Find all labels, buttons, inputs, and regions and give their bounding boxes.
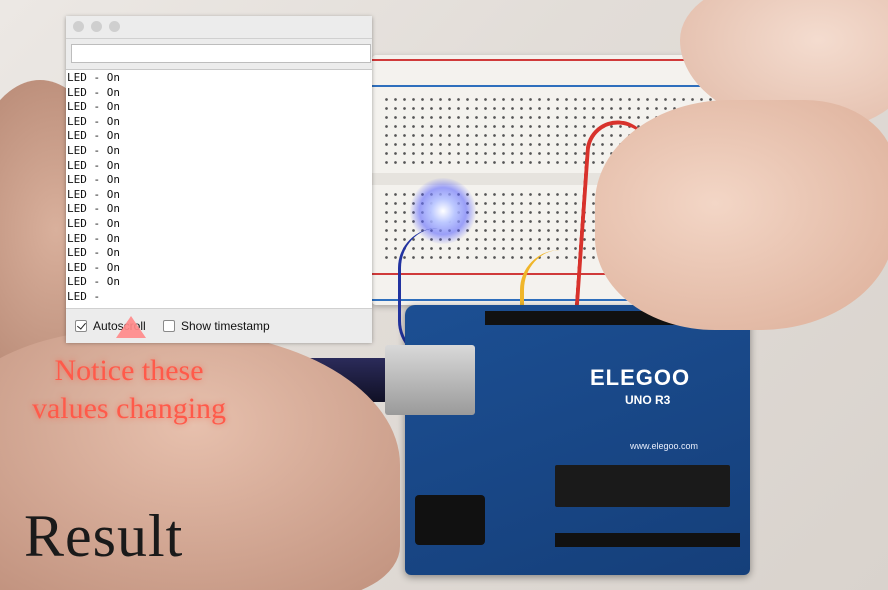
annotation-text: Notice these values changing xyxy=(0,352,258,428)
timestamp-label: Show timestamp xyxy=(181,319,270,333)
window-titlebar xyxy=(66,16,372,39)
serial-line: LED - On xyxy=(67,231,120,245)
annotation-line-1: Notice these xyxy=(54,354,204,387)
serial-line: LED - On xyxy=(67,202,120,216)
serial-line: LED - On xyxy=(67,246,120,260)
serial-monitor-window: LED - On LED - On LED - On LED - On LED - On… xyxy=(66,16,372,343)
power-jack xyxy=(415,495,485,545)
serial-line: LED - On xyxy=(67,114,120,128)
usb-connector xyxy=(385,345,475,415)
serial-line: LED - On xyxy=(67,216,120,230)
window-minimize-icon[interactable] xyxy=(91,21,102,32)
board-brand: ELEGOO xyxy=(590,365,691,390)
serial-output[interactable]: LED - On LED - On LED - On LED - On LED - On… xyxy=(66,71,372,303)
send-row xyxy=(66,39,372,70)
serial-line: LED - On xyxy=(67,260,120,274)
serial-line: LED - On xyxy=(67,158,120,172)
annotation-line-2: values changing xyxy=(31,392,227,425)
result-caption: Result xyxy=(24,503,184,569)
monitor-footer: Autoscroll Show timestamp xyxy=(66,308,372,343)
serial-line: LED - On xyxy=(67,71,120,84)
window-zoom-icon[interactable] xyxy=(109,21,120,32)
analog-pin-header xyxy=(555,533,740,547)
serial-line: LED - On xyxy=(67,187,120,201)
serial-line: LED - On xyxy=(67,85,120,99)
board-url: www.elegoo.com xyxy=(630,441,699,451)
checkbox-empty-icon[interactable] xyxy=(163,320,175,332)
serial-line: LED - On xyxy=(67,129,120,143)
microcontroller-chip xyxy=(555,465,730,507)
serial-line: LED - xyxy=(67,289,101,303)
serial-line: LED - On xyxy=(67,173,120,187)
send-input[interactable] xyxy=(71,44,371,63)
window-close-icon[interactable] xyxy=(73,21,84,32)
checkbox-checked-icon[interactable] xyxy=(75,320,87,332)
timestamp-checkbox[interactable]: Show timestamp xyxy=(163,319,270,333)
up-arrow-icon xyxy=(116,316,146,338)
serial-line: LED - On xyxy=(67,100,120,114)
board-model: UNO R3 xyxy=(625,393,671,407)
serial-line: LED - On xyxy=(67,275,120,289)
right-hand-finger xyxy=(595,100,888,330)
serial-line: LED - On xyxy=(67,143,120,157)
